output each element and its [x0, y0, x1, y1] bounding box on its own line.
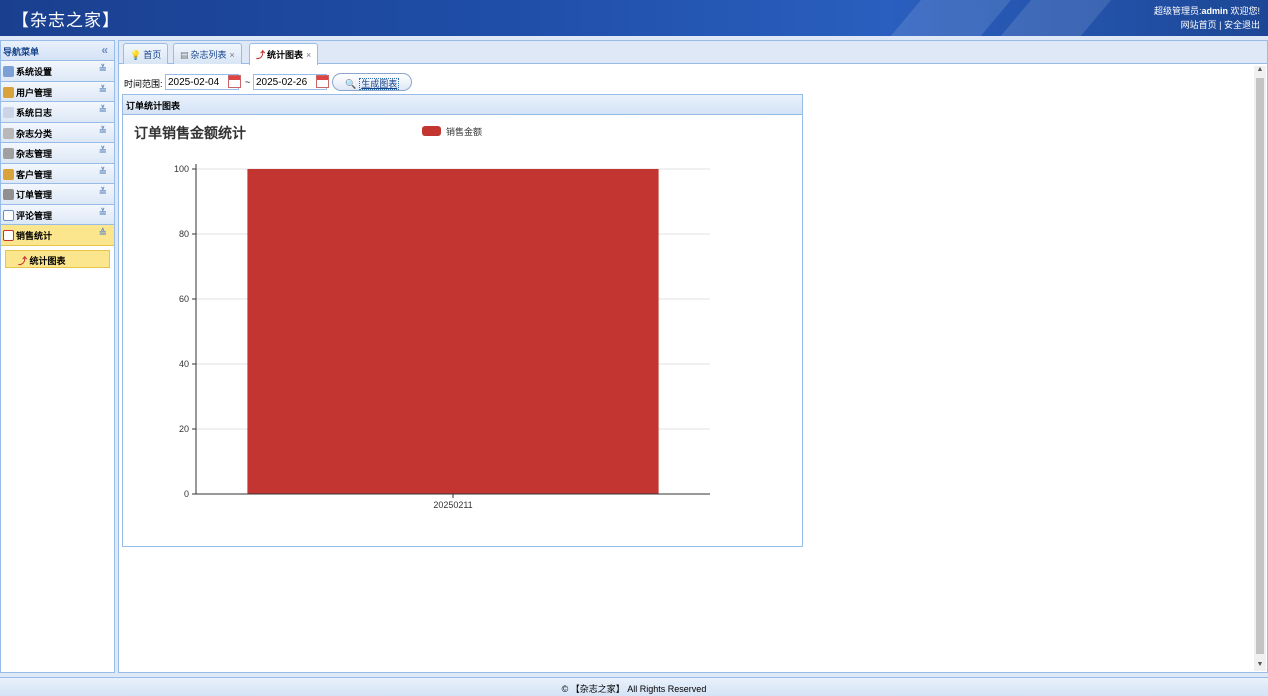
tab-magazine-list[interactable]: ▤ 杂志列表 × — [173, 43, 242, 64]
user-role-label: 超级管理员: — [1153, 6, 1202, 16]
link-separator: | — [1219, 20, 1222, 30]
menu-label: 杂志管理 — [16, 149, 53, 159]
menu-label: 杂志分类 — [16, 128, 53, 139]
calendar-icon[interactable] — [316, 75, 329, 88]
logout-link[interactable]: 安全退出 — [1224, 20, 1260, 30]
generate-chart-button[interactable]: 🔍 生成图表 — [332, 73, 412, 91]
magazine-icon — [3, 148, 14, 159]
user-info: 超级管理员:admin 欢迎您! 网站首页 | 安全退出 — [1154, 4, 1260, 32]
app-header: 【杂志之家】 超级管理员:admin 欢迎您! 网站首页 | 安全退出 — [0, 0, 1268, 36]
vertical-scrollbar[interactable]: ▲ ▼ — [1254, 66, 1266, 671]
legend-swatch — [422, 126, 441, 136]
order-chart-panel: 订单统计图表 0 20 40 60 80 100 20250211 订单销售金额统计 销售金… — [122, 94, 803, 547]
chevron-down-icon[interactable]: ≚ — [99, 105, 107, 116]
app-logo: 【杂志之家】 — [12, 11, 120, 31]
generate-chart-label: 生成图表 — [359, 78, 400, 90]
chevron-down-icon[interactable]: ≚ — [99, 64, 107, 75]
scroll-down-icon[interactable]: ▼ — [1254, 661, 1266, 671]
chevron-down-icon[interactable]: ≚ — [99, 208, 107, 219]
panel-title: 订单统计图表 — [123, 95, 802, 115]
search-icon: 🔍 — [345, 79, 357, 89]
chart-bars — [247, 169, 659, 494]
y-tick-label: 100 — [174, 164, 189, 174]
sidebar-item-sales-statistics[interactable]: 销售统计 ≙ — [1, 225, 114, 246]
sidebar-item-magazine-category[interactable]: 杂志分类 ≚ — [1, 122, 114, 143]
line-chart-icon: ⤴ — [18, 255, 28, 266]
menu-label: 评论管理 — [16, 210, 53, 221]
comment-icon — [3, 209, 14, 221]
line-chart-icon: ⤴ — [256, 50, 266, 60]
y-tick-label: 60 — [179, 294, 189, 304]
y-tick-label: 40 — [179, 359, 189, 369]
menu-label: 销售统计 — [16, 231, 53, 241]
tab-label: 首页 — [143, 50, 162, 60]
collapse-icon[interactable]: « — [101, 43, 108, 57]
cart-icon: ▤ — [180, 50, 189, 60]
menu-label: 系统设置 — [16, 67, 53, 77]
sidebar-title: 导航菜单 « — [1, 41, 114, 61]
sidebar-item-user-management[interactable]: 用户管理 ≚ — [1, 81, 114, 102]
sales-chart: 0 20 40 60 80 100 20250211 订单销售金额统计 销售金额 — [134, 125, 710, 510]
calendar-icon[interactable] — [228, 75, 241, 88]
tools-icon — [3, 66, 14, 77]
y-tick-label: 80 — [179, 229, 189, 239]
y-tick-label: 20 — [179, 424, 189, 434]
users-icon — [3, 86, 14, 98]
tab-label: 统计图表 — [267, 50, 304, 60]
date-range-label: 时间范围: — [124, 79, 163, 89]
bar-20250211 — [247, 169, 659, 494]
sidebar-item-system-settings[interactable]: 系统设置 ≚ — [1, 61, 114, 82]
welcome-text: 欢迎您! — [1230, 6, 1260, 16]
user-name: admin — [1201, 6, 1228, 16]
chevron-down-icon[interactable]: ≚ — [99, 187, 107, 198]
category-icon — [3, 127, 14, 139]
chart-title: 订单销售金额统计 — [134, 125, 246, 141]
sidebar-item-order-management[interactable]: 订单管理 ≚ — [1, 184, 114, 205]
main-area: 💡首页 ▤杂志列表× ⤴统计图表× 时间范围: ~ 🔍生成图表 订单统计图表 0… — [118, 40, 1268, 673]
tab-home[interactable]: 💡 首页 — [123, 43, 169, 64]
menu-label: 用户管理 — [16, 87, 53, 98]
submenu-item-statistics-chart[interactable]: ⤴ 统计图表 — [5, 249, 110, 268]
submenu: ⤴ 统计图表 — [1, 246, 114, 278]
chevron-down-icon[interactable]: ≚ — [99, 146, 107, 157]
sidebar: 导航菜单 « 系统设置 ≚ 用户管理 ≚ 系统日志 ≚ 杂志分类 ≚ 杂志管理 … — [0, 40, 115, 673]
scroll-up-icon[interactable]: ▲ — [1254, 66, 1266, 76]
y-tick-label: 0 — [184, 489, 189, 499]
chart-icon — [3, 230, 14, 241]
sidebar-item-magazine-management[interactable]: 杂志管理 ≚ — [1, 143, 114, 164]
sidebar-item-comment-management[interactable]: 评论管理 ≚ — [1, 204, 114, 225]
chevron-down-icon[interactable]: ≚ — [99, 126, 107, 137]
sidebar-item-customer-management[interactable]: 客户管理 ≚ — [1, 163, 114, 184]
close-icon[interactable]: × — [230, 50, 235, 60]
date-separator: ~ — [245, 77, 251, 87]
tab-label: 杂志列表 — [190, 50, 227, 60]
chevron-down-icon[interactable]: ≚ — [99, 167, 107, 178]
chevron-down-icon[interactable]: ≚ — [99, 85, 107, 96]
menu-label: 客户管理 — [16, 169, 53, 180]
tab-bar: 💡 首页 ▤ 杂志列表 × ⤴ 统计图表 × — [119, 41, 1267, 65]
chevron-up-icon[interactable]: ≙ — [99, 228, 107, 239]
menu-label: 系统日志 — [16, 108, 53, 118]
bulb-icon: 💡 — [130, 50, 142, 60]
customers-icon — [3, 168, 14, 180]
sidebar-item-system-log[interactable]: 系统日志 ≚ — [1, 102, 114, 123]
log-icon — [3, 107, 14, 118]
menu-label: 订单管理 — [16, 190, 53, 200]
home-link[interactable]: 网站首页 — [1181, 20, 1217, 30]
x-tick-label: 20250211 — [433, 500, 472, 510]
legend-label: 销售金额 — [446, 126, 482, 137]
footer: © 【杂志之家】 All Rights Reserved — [0, 677, 1268, 696]
orders-icon — [3, 189, 14, 200]
sidebar-title-text: 导航菜单 — [3, 47, 40, 57]
close-icon[interactable]: × — [306, 50, 311, 60]
tab-statistics-chart[interactable]: ⤴ 统计图表 × — [249, 43, 319, 65]
scrollbar-thumb[interactable] — [1256, 78, 1264, 654]
submenu-label: 统计图表 — [29, 255, 66, 266]
